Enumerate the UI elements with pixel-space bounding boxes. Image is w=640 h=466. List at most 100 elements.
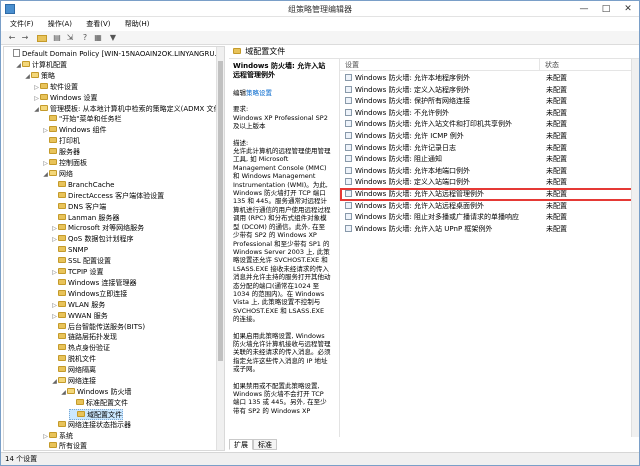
tree-item[interactable]: ▷ Windows 设置 xyxy=(33,93,97,104)
menu-help[interactable]: 帮助(H) xyxy=(122,17,153,31)
setting-row[interactable]: Windows 防火墙: 保护所有网络连接 未配置 xyxy=(340,96,632,107)
setting-name: Windows 防火墙: 允许本地程序例外 xyxy=(355,74,471,82)
setting-state: 未配置 xyxy=(546,155,567,164)
column-header-state[interactable]: 状态 xyxy=(540,59,632,71)
forward-icon[interactable]: → xyxy=(20,33,30,43)
menu-action[interactable]: 操作(A) xyxy=(45,17,75,31)
setting-row[interactable]: Windows 防火墙: 允许入站文件和打印机共享例外 未配置 xyxy=(340,119,632,130)
extended-description-pane: Windows 防火墙: 允许入站远程管理例外 编辑策略设置 要求: Window… xyxy=(229,59,335,437)
tree-item[interactable]: SNMP xyxy=(51,245,88,256)
tree-scroll-thumb[interactable] xyxy=(218,61,223,361)
folder-icon xyxy=(58,246,66,253)
tree-item[interactable]: 标准配置文件 xyxy=(69,398,128,409)
tree-item[interactable]: DNS 客户端 xyxy=(51,202,106,213)
setting-row[interactable]: Windows 防火墙: 不允许例外 未配置 xyxy=(340,108,632,119)
expand-toggle-icon[interactable]: ▷ xyxy=(51,234,58,245)
expand-toggle-icon[interactable]: ▷ xyxy=(42,125,49,136)
setting-state: 未配置 xyxy=(546,201,567,210)
tree-item[interactable]: Lanman 服务器 xyxy=(51,213,119,224)
setting-row[interactable]: Windows 防火墙: 允许本地端口例外 未配置 xyxy=(340,166,632,177)
tree-item[interactable]: ◢ 网络 xyxy=(42,169,73,180)
tree-item[interactable]: ▷ 软件设置 xyxy=(33,82,78,93)
tree-scrollbar[interactable] xyxy=(216,47,224,450)
tree-item[interactable]: ◢ 网络连接 xyxy=(51,376,96,387)
edit-policy-link[interactable]: 策略设置 xyxy=(246,89,272,97)
tree-item[interactable]: Windows 连接管理器 xyxy=(51,278,136,289)
tree-item[interactable]: 脱机文件 xyxy=(51,354,96,365)
tree-item[interactable]: ▷ WLAN 服务 xyxy=(51,300,105,311)
tab-extended[interactable]: 扩展 xyxy=(229,439,253,450)
expand-toggle-icon[interactable]: ◢ xyxy=(42,169,49,180)
tree-item[interactable]: ▷ QoS 数据包计划程序 xyxy=(51,234,133,245)
tree-item[interactable]: Windows立即连接 xyxy=(51,289,127,300)
setting-row[interactable]: Windows 防火墙: 定义入站程序例外 未配置 xyxy=(340,85,632,96)
expand-toggle-icon[interactable]: ▷ xyxy=(51,300,58,311)
tree-item[interactable]: 后台智能传送服务(BITS) xyxy=(51,322,145,333)
setting-row[interactable]: Windows 防火墙: 阻止对多播或广播请求的单播响应 未配置 xyxy=(340,212,632,223)
tree-item[interactable]: 服务器 xyxy=(42,147,80,158)
tree-item[interactable]: 热点身份验证 xyxy=(51,343,110,354)
menu-file[interactable]: 文件(F) xyxy=(7,17,37,31)
setting-row[interactable]: Windows 防火墙: 允许本地程序例外 未配置 xyxy=(340,73,632,84)
setting-row[interactable]: Windows 防火墙: 定义入站端口例外 未配置 xyxy=(340,177,632,188)
view-icon[interactable]: ▦ xyxy=(93,33,103,43)
tree-item[interactable]: ▷ Windows 组件 xyxy=(42,125,106,136)
tree-item[interactable]: ▷ 控制面板 xyxy=(42,158,87,169)
properties-icon[interactable]: ▤ xyxy=(52,33,62,43)
expand-toggle-icon[interactable]: ◢ xyxy=(51,376,58,387)
back-icon[interactable]: ← xyxy=(7,33,17,43)
tree-item[interactable]: DirectAccess 客户端体验设置 xyxy=(51,191,164,202)
column-header-setting[interactable]: 设置 xyxy=(340,59,540,71)
tree-item[interactable]: ◢ 计算机配置 xyxy=(15,60,67,71)
help-icon[interactable]: ? xyxy=(80,33,90,43)
tree-item[interactable]: BranchCache xyxy=(51,180,114,191)
setting-state: 未配置 xyxy=(546,213,567,222)
tree-item[interactable]: 网络隔离 xyxy=(51,365,96,376)
tree-item[interactable]: 链路层拓扑发现 xyxy=(51,332,117,343)
tree-item[interactable]: Default Domain Policy [WIN-15NAOAIN2OK.L… xyxy=(6,49,224,60)
tree-item[interactable]: 打印机 xyxy=(42,136,80,147)
export-icon[interactable]: ⇲ xyxy=(65,33,75,43)
expand-toggle-icon[interactable]: ▷ xyxy=(42,158,49,169)
expand-toggle-icon[interactable]: ▷ xyxy=(33,93,40,104)
tree-item[interactable]: "开始"菜单和任务栏 xyxy=(42,114,121,125)
expand-toggle-icon[interactable]: ▷ xyxy=(51,311,58,322)
expand-toggle-icon[interactable]: ▷ xyxy=(51,223,58,234)
minimize-button[interactable]: — xyxy=(575,3,593,15)
tree-item[interactable]: 所有设置 xyxy=(42,441,87,450)
folder-icon xyxy=(67,387,75,394)
expand-toggle-icon[interactable]: ▷ xyxy=(33,82,40,93)
setting-row[interactable]: Windows 防火墙: 允许 ICMP 例外 未配置 xyxy=(340,131,632,142)
policy-setting-icon xyxy=(345,132,352,139)
tree-item[interactable]: 网络连接状态指示器 xyxy=(51,420,131,431)
setting-row[interactable]: Windows 防火墙: 允许入站 UPnP 框架例外 未配置 xyxy=(340,224,632,235)
setting-row[interactable]: Windows 防火墙: 阻止通知 未配置 xyxy=(340,154,632,165)
maximize-button[interactable]: □ xyxy=(597,3,615,15)
tree-item[interactable]: 域配置文件 xyxy=(69,408,123,420)
tree-item[interactable]: ▷ Microsoft 对等网络服务 xyxy=(51,223,144,234)
filter-icon[interactable]: ▼ xyxy=(108,33,118,43)
expand-toggle-icon[interactable]: ◢ xyxy=(15,60,22,71)
expand-toggle-icon[interactable]: ▷ xyxy=(51,267,58,278)
tree-item[interactable]: SSL 配置设置 xyxy=(51,256,111,267)
expand-toggle-icon[interactable]: ▷ xyxy=(42,431,49,442)
tree-item[interactable]: ▷ WWAN 服务 xyxy=(51,311,108,322)
menu-view[interactable]: 查看(V) xyxy=(83,17,113,31)
setting-row[interactable]: Windows 防火墙: 允许记录日志 未配置 xyxy=(340,143,632,154)
tab-standard[interactable]: 标准 xyxy=(253,439,277,450)
folder-icon[interactable] xyxy=(37,35,47,42)
tree-item[interactable]: ◢ 管理模板: 从本地计算机中检索的策略定义(ADMX 文件)。 xyxy=(33,104,224,115)
tree-item[interactable]: ▷ 系统 xyxy=(42,431,73,442)
tree-item[interactable]: ◢ Windows 防火墙 xyxy=(60,387,131,398)
expand-toggle-icon[interactable]: ◢ xyxy=(24,71,31,82)
expand-toggle-icon[interactable]: ◢ xyxy=(33,104,40,115)
policy-heading: Windows 防火墙: 允许入站远程管理例外 xyxy=(233,62,326,79)
setting-row[interactable]: Windows 防火墙: 允许入站远程桌面例外 未配置 xyxy=(340,201,632,212)
policy-setting-icon xyxy=(345,143,352,151)
list-scrollbar[interactable] xyxy=(631,59,639,437)
folder-icon xyxy=(49,169,57,176)
tree-item[interactable]: ▷ TCPIP 设置 xyxy=(51,267,104,278)
tree-item[interactable]: ◢ 策略 xyxy=(24,71,55,82)
expand-toggle-icon[interactable]: ◢ xyxy=(60,387,67,398)
close-button[interactable]: ✕ xyxy=(619,3,637,15)
